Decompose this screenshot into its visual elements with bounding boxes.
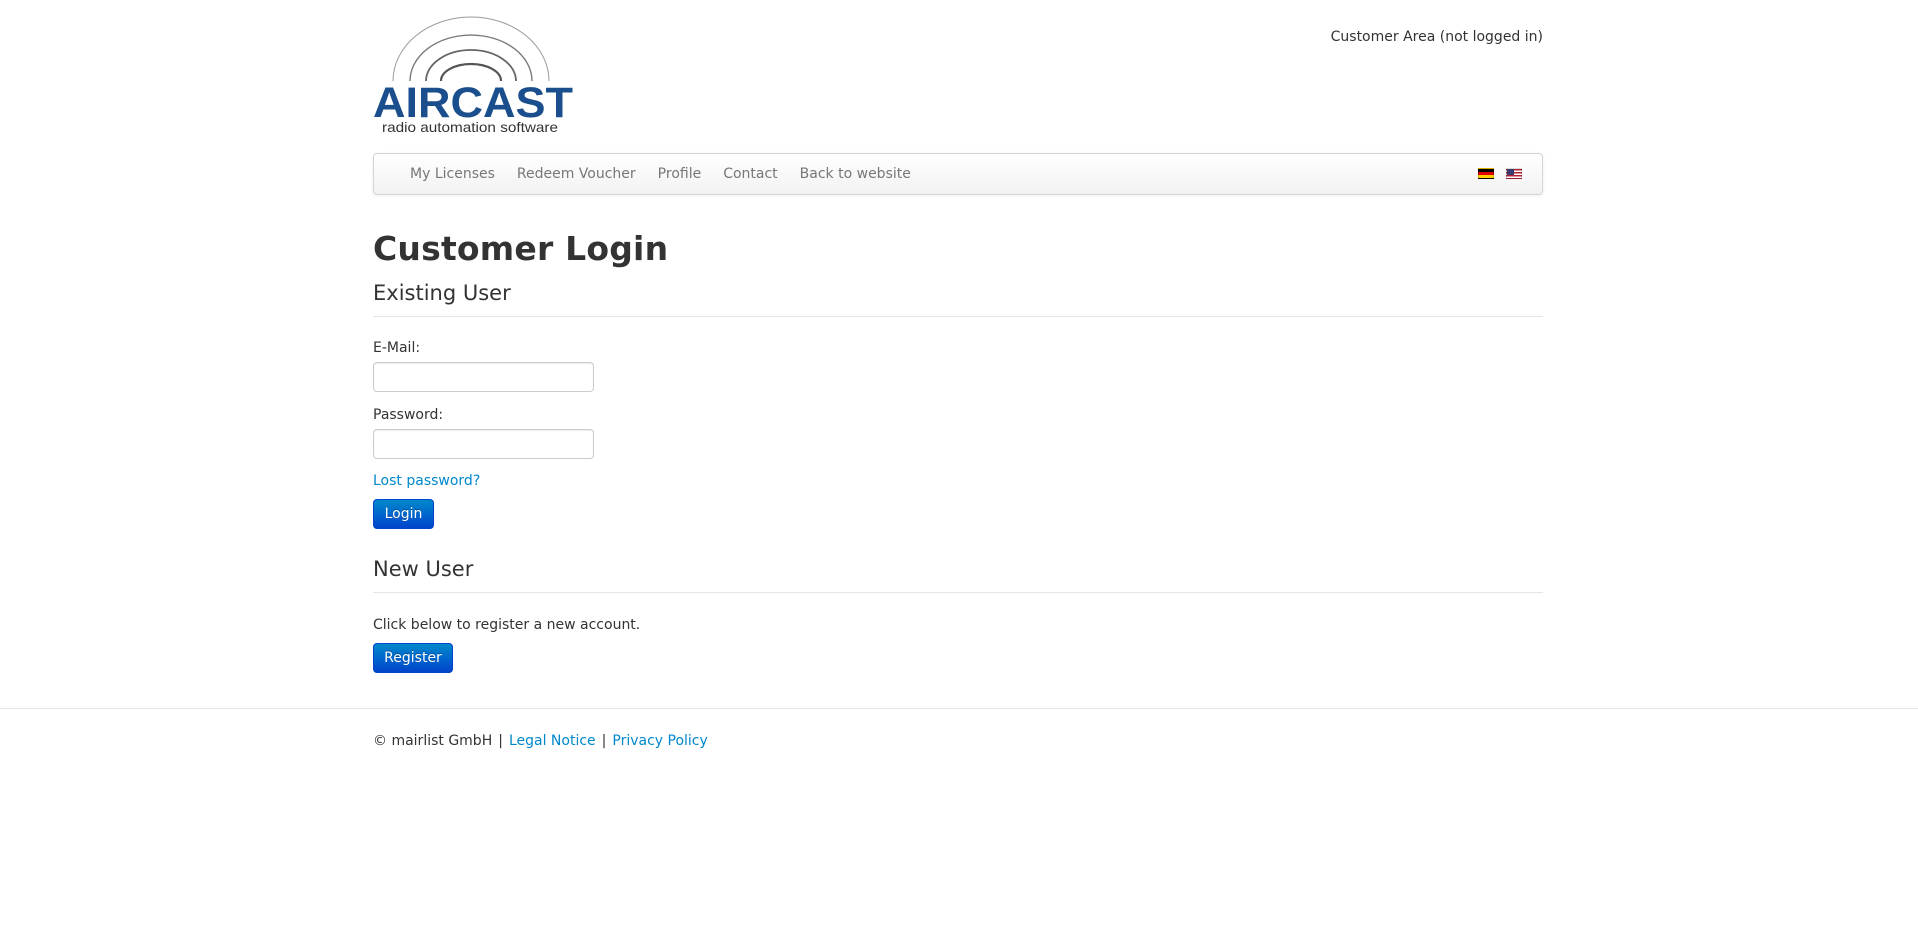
language-switcher — [1478, 168, 1522, 179]
flag-germany-icon[interactable] — [1478, 168, 1494, 179]
customer-status: Customer Area (not logged in) — [1330, 29, 1543, 45]
nav-item-my-licenses[interactable]: My Licenses — [399, 166, 506, 182]
aircast-logo[interactable]: AIRCAST radio automation software — [373, 16, 573, 136]
page-container: AIRCAST radio automation software Custom… — [373, 0, 1543, 673]
flag-usa-icon[interactable] — [1506, 168, 1522, 179]
email-label: E-Mail: — [373, 340, 421, 356]
footer: © mairlist GmbH | Legal Notice | Privacy Pol… — [373, 731, 708, 751]
nav-item-back-to-website[interactable]: Back to website — [789, 166, 922, 182]
nav-item-profile[interactable]: Profile — [647, 166, 713, 182]
register-button[interactable]: Register — [373, 643, 453, 673]
login-button[interactable]: Login — [373, 499, 434, 529]
existing-user-heading: Existing User — [373, 279, 1543, 317]
copyright-text: © mairlist GmbH — [373, 733, 493, 749]
new-user-heading: New User — [373, 555, 1543, 593]
nav-item-contact[interactable]: Contact — [712, 166, 788, 182]
page-title: Customer Login — [373, 229, 669, 268]
main-navbar: My Licenses Redeem Voucher Profile Conta… — [373, 153, 1543, 195]
footer-separator: | — [498, 733, 503, 749]
legal-notice-link[interactable]: Legal Notice — [509, 733, 596, 749]
footer-separator: | — [601, 733, 607, 749]
email-field[interactable] — [373, 362, 594, 392]
header: AIRCAST radio automation software Custom… — [373, 0, 1543, 153]
nav-menu: My Licenses Redeem Voucher Profile Conta… — [399, 154, 922, 194]
password-label: Password: — [373, 407, 444, 423]
lost-password-link[interactable]: Lost password? — [373, 471, 1543, 491]
nav-item-redeem-voucher[interactable]: Redeem Voucher — [506, 166, 647, 182]
register-description: Click below to register a new account. — [373, 617, 641, 633]
password-field[interactable] — [373, 429, 594, 459]
footer-divider — [0, 708, 1918, 709]
logo-tagline-text: radio automation software — [382, 119, 558, 135]
privacy-policy-link[interactable]: Privacy Policy — [612, 733, 707, 749]
